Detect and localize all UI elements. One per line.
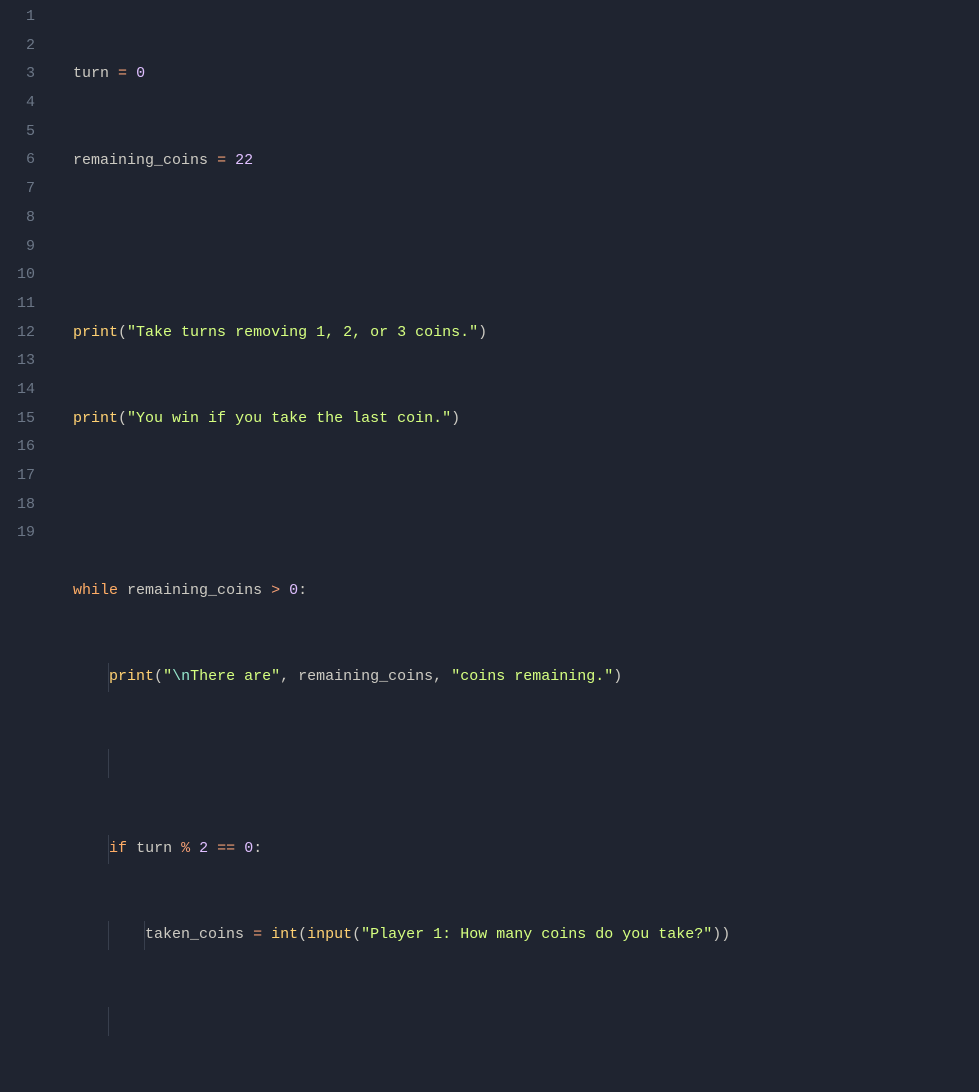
variable: turn bbox=[136, 840, 172, 857]
number-literal: 0 bbox=[244, 840, 253, 857]
line-number: 3 bbox=[0, 60, 35, 89]
string-literal: "Player 1: How many coins do you take?" bbox=[361, 926, 712, 943]
operator: > bbox=[271, 582, 280, 599]
indent-guide bbox=[108, 921, 109, 950]
line-number-gutter: 1 2 3 4 5 6 7 8 9 10 11 12 13 14 15 16 1… bbox=[0, 0, 55, 546]
operator: = bbox=[118, 65, 127, 82]
line-number: 10 bbox=[0, 261, 35, 290]
operator: == bbox=[217, 840, 235, 857]
line-number: 13 bbox=[0, 347, 35, 376]
string-literal: "You win if you take the last coin." bbox=[127, 410, 451, 427]
number-literal: 2 bbox=[199, 840, 208, 857]
indent-guide bbox=[108, 1007, 109, 1036]
paren: ) bbox=[613, 668, 622, 685]
line-number: 16 bbox=[0, 433, 35, 462]
line-number: 2 bbox=[0, 32, 35, 61]
indent-guide bbox=[108, 663, 109, 692]
code-line[interactable]: print("You win if you take the last coin… bbox=[55, 405, 775, 434]
paren: )) bbox=[712, 926, 730, 943]
line-number: 19 bbox=[0, 519, 35, 548]
code-line[interactable]: turn = 0 bbox=[55, 60, 775, 89]
operator: = bbox=[217, 152, 226, 169]
number-literal: 22 bbox=[235, 152, 253, 169]
variable: taken_coins bbox=[145, 926, 244, 943]
line-number: 17 bbox=[0, 462, 35, 491]
variable: remaining_coins bbox=[298, 668, 433, 685]
number-literal: 0 bbox=[136, 65, 145, 82]
function-call: print bbox=[73, 410, 118, 427]
code-line[interactable] bbox=[55, 491, 775, 520]
comma: , bbox=[433, 668, 442, 685]
code-line[interactable]: if turn % 2 == 0: bbox=[55, 835, 775, 864]
paren: ( bbox=[118, 410, 127, 427]
code-line[interactable]: print("\nThere are", remaining_coins, "c… bbox=[55, 663, 775, 692]
builtin-call: int bbox=[271, 926, 298, 943]
variable: remaining_coins bbox=[73, 152, 208, 169]
line-number: 14 bbox=[0, 376, 35, 405]
line-number: 15 bbox=[0, 405, 35, 434]
code-area[interactable]: turn = 0 remaining_coins = 22 print("Tak… bbox=[55, 0, 775, 546]
comma: , bbox=[280, 668, 289, 685]
code-line[interactable] bbox=[55, 1007, 775, 1036]
paren: ( bbox=[352, 926, 361, 943]
paren: ( bbox=[154, 668, 163, 685]
paren: ) bbox=[478, 324, 487, 341]
variable: turn bbox=[73, 65, 109, 82]
function-call: print bbox=[109, 668, 154, 685]
colon: : bbox=[253, 840, 262, 857]
indent-guide bbox=[108, 835, 109, 864]
line-number: 4 bbox=[0, 89, 35, 118]
indent-guide bbox=[144, 921, 145, 950]
code-line[interactable]: while remaining_coins > 0: bbox=[55, 577, 775, 606]
line-number: 8 bbox=[0, 204, 35, 233]
paren: ( bbox=[298, 926, 307, 943]
operator: = bbox=[253, 926, 262, 943]
colon: : bbox=[298, 582, 307, 599]
code-editor[interactable]: 1 2 3 4 5 6 7 8 9 10 11 12 13 14 15 16 1… bbox=[0, 0, 979, 546]
string-literal: There are" bbox=[190, 668, 280, 685]
line-number: 12 bbox=[0, 319, 35, 348]
line-number: 5 bbox=[0, 118, 35, 147]
keyword: if bbox=[109, 840, 127, 857]
line-number: 9 bbox=[0, 233, 35, 262]
builtin-call: input bbox=[307, 926, 352, 943]
code-line[interactable]: taken_coins = int(input("Player 1: How m… bbox=[55, 921, 775, 950]
indent-guide bbox=[108, 749, 109, 778]
line-number: 18 bbox=[0, 491, 35, 520]
paren: ( bbox=[118, 324, 127, 341]
line-number: 11 bbox=[0, 290, 35, 319]
string-literal: "coins remaining." bbox=[451, 668, 613, 685]
keyword: while bbox=[73, 582, 118, 599]
number-literal: 0 bbox=[289, 582, 298, 599]
function-call: print bbox=[73, 324, 118, 341]
line-number: 6 bbox=[0, 146, 35, 175]
line-number: 1 bbox=[0, 3, 35, 32]
code-line[interactable]: remaining_coins = 22 bbox=[55, 147, 775, 176]
string-escape: \n bbox=[172, 668, 190, 685]
code-line[interactable] bbox=[55, 749, 775, 778]
line-number: 7 bbox=[0, 175, 35, 204]
string-literal: "Take turns removing 1, 2, or 3 coins." bbox=[127, 324, 478, 341]
paren: ) bbox=[451, 410, 460, 427]
variable: remaining_coins bbox=[127, 582, 262, 599]
code-line[interactable]: print("Take turns removing 1, 2, or 3 co… bbox=[55, 319, 775, 348]
operator: % bbox=[181, 840, 190, 857]
string-literal: " bbox=[163, 668, 172, 685]
code-line[interactable] bbox=[55, 233, 775, 262]
